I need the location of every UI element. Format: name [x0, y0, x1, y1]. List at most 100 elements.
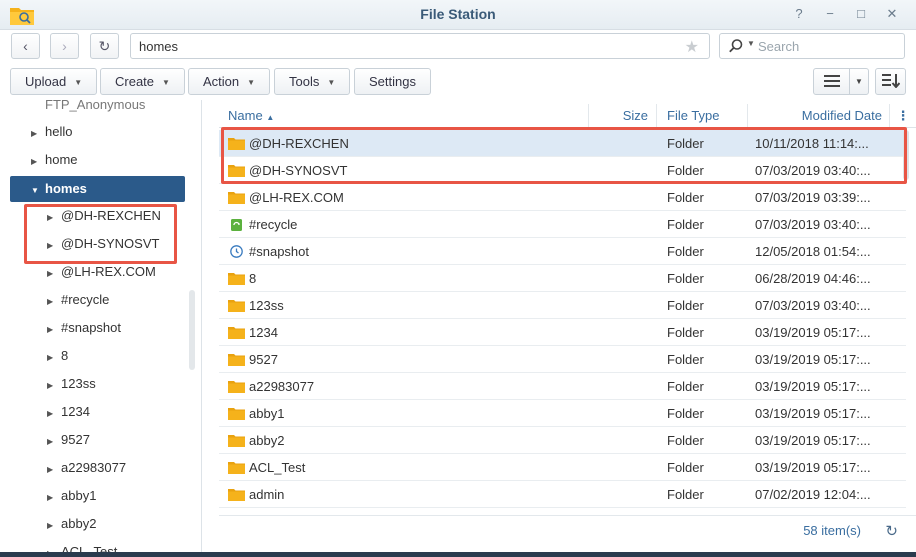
modified-date: 12/05/2018 01:54:... [755, 244, 871, 259]
tree-item[interactable]: ▶ abby2 [47, 512, 96, 536]
column-header-modified[interactable]: Modified Date [748, 104, 890, 128]
folder-icon [228, 462, 245, 474]
tree-item[interactable]: ▶ hello [31, 120, 72, 144]
list-view-button[interactable] [813, 68, 850, 95]
folder-icon [228, 435, 245, 447]
expand-arrow-icon: ▶ [47, 465, 54, 474]
sort-button[interactable] [875, 68, 906, 95]
table-row[interactable]: 1234 Folder 03/19/2019 05:17:... [219, 319, 906, 346]
upload-button[interactable]: Upload ▼ [10, 68, 98, 95]
table-row[interactable]: a22983077 Folder 03/19/2019 05:17:... [219, 373, 906, 400]
modified-date: 03/19/2019 05:17:... [755, 406, 871, 421]
tree-item[interactable]: ▶ abby1 [47, 484, 96, 508]
path-bar[interactable]: ★ [130, 33, 710, 59]
folder-icon [228, 327, 245, 339]
tree-item[interactable]: ▶ 9527 [47, 428, 90, 452]
tree-item-label: @LH-REX.COM [61, 264, 156, 279]
minimize-button[interactable]: − [822, 6, 838, 22]
file-name: abby2 [249, 433, 285, 448]
forward-button[interactable]: › [50, 33, 79, 59]
expand-arrow-icon: ▶ [47, 297, 54, 306]
tree-item-label: 9527 [61, 432, 90, 447]
tree-item-label: 1234 [61, 404, 90, 419]
chevron-down-icon[interactable]: ▼ [747, 39, 755, 48]
table-row[interactable]: @LH-REX.COM Folder 07/03/2019 03:39:... [219, 184, 906, 211]
table-row[interactable]: abby2 Folder 03/19/2019 05:17:... [219, 427, 906, 454]
file-name: #recycle [249, 217, 298, 232]
expand-arrow-icon: ▶ [47, 437, 54, 446]
tree-item-label: 8 [61, 348, 69, 363]
chevron-right-icon: › [62, 38, 67, 54]
file-type: Folder [667, 433, 704, 448]
table-row[interactable]: #recycle Folder 07/03/2019 03:40:... [219, 211, 906, 238]
modified-date: 07/03/2019 03:39:... [755, 190, 871, 205]
tree-item[interactable]: ▶ 8 [47, 344, 68, 368]
table-row[interactable]: ACL_Test Folder 03/19/2019 05:17:... [219, 454, 906, 481]
file-type: Folder [667, 379, 704, 394]
tree-item[interactable]: ▶ #snapshot [47, 316, 121, 340]
maximize-button[interactable]: □ [853, 6, 869, 22]
column-header-type[interactable]: File Type [657, 104, 748, 128]
tree-item[interactable]: ▶ #recycle [47, 288, 109, 312]
file-type: Folder [667, 406, 704, 421]
file-name: 9527 [249, 352, 278, 367]
file-type: Folder [667, 190, 704, 205]
tree-item[interactable]: ▶ a22983077 [47, 456, 126, 480]
item-count: 58 item(s) [803, 523, 861, 538]
recycle-bin-icon [231, 219, 242, 231]
file-type: Folder [667, 325, 704, 340]
create-button[interactable]: Create ▼ [100, 68, 185, 95]
expand-arrow-icon: ▶ [47, 521, 54, 530]
column-menu-icon[interactable]: ⋮ [890, 104, 916, 128]
modified-date: 07/02/2019 12:04:... [755, 487, 871, 502]
close-button[interactable]: ✕ [884, 6, 900, 22]
refresh-button[interactable]: ↻ [90, 33, 119, 59]
file-name: #snapshot [249, 244, 309, 259]
file-name: a22983077 [249, 379, 315, 394]
column-header-name[interactable]: Name ▲ [219, 104, 589, 128]
tree-item-label: a22983077 [61, 460, 127, 475]
chevron-down-icon: ▼ [327, 78, 336, 87]
star-icon[interactable]: ★ [685, 37, 699, 57]
table-row[interactable]: 8 Folder 06/28/2019 04:46:... [219, 265, 906, 292]
expand-arrow-icon: ▶ [31, 129, 38, 138]
table-row[interactable]: 9527 Folder 03/19/2019 05:17:... [219, 346, 906, 373]
modified-date: 03/19/2019 05:17:... [755, 352, 871, 367]
tree-item-label: abby1 [61, 488, 97, 503]
search-input[interactable] [758, 39, 898, 54]
tree-item[interactable]: ▶ 1234 [47, 400, 90, 424]
expand-arrow-icon: ▶ [47, 493, 54, 502]
tree-item-label: hello [45, 124, 73, 139]
search-box[interactable]: ▼ [719, 33, 905, 59]
tree-scrollbar[interactable] [189, 290, 195, 370]
table-row[interactable]: abby1 Folder 03/19/2019 05:17:... [219, 400, 906, 427]
tree-item-selected[interactable]: ▼ homes [31, 177, 87, 201]
path-input[interactable] [139, 38, 669, 55]
tree-item[interactable]: ▶ 123ss [47, 372, 96, 396]
tree-item-label: home [45, 152, 78, 167]
tree-item[interactable]: ▶ home [31, 148, 78, 172]
file-name: ACL_Test [249, 460, 306, 475]
help-button[interactable]: ? [791, 6, 807, 22]
chevron-down-icon: ▼ [74, 78, 83, 87]
table-row[interactable]: admin Folder 07/02/2019 12:04:... [219, 481, 906, 508]
table-row[interactable]: 123ss Folder 07/03/2019 03:40:... [219, 292, 906, 319]
action-label: Action [203, 74, 240, 89]
table-row[interactable]: #snapshot Folder 12/05/2018 01:54:... [219, 238, 906, 265]
tree-item[interactable]: FTP_Anonymous [31, 100, 145, 117]
expand-arrow-icon: ▶ [47, 381, 54, 390]
chevron-down-icon: ▼ [855, 77, 863, 86]
refresh-icon[interactable]: ↻ [885, 522, 898, 540]
sort-asc-icon: ▲ [266, 113, 275, 122]
expand-arrow-icon: ▶ [47, 353, 54, 362]
tools-button[interactable]: Tools ▼ [274, 68, 351, 95]
folder-tree[interactable]: FTP_Anonymous ▶ hello ▶ home ▼ homes ▶ @DH-R… [0, 100, 202, 557]
column-header-size[interactable]: Size [589, 104, 657, 128]
search-icon[interactable] [728, 38, 744, 54]
view-menu-dropdown[interactable]: ▼ [849, 68, 869, 95]
back-button[interactable]: ‹ [11, 33, 40, 59]
settings-button[interactable]: Settings [354, 68, 431, 95]
action-button[interactable]: Action ▼ [188, 68, 271, 95]
settings-label: Settings [369, 74, 416, 89]
folder-icon [228, 381, 245, 393]
